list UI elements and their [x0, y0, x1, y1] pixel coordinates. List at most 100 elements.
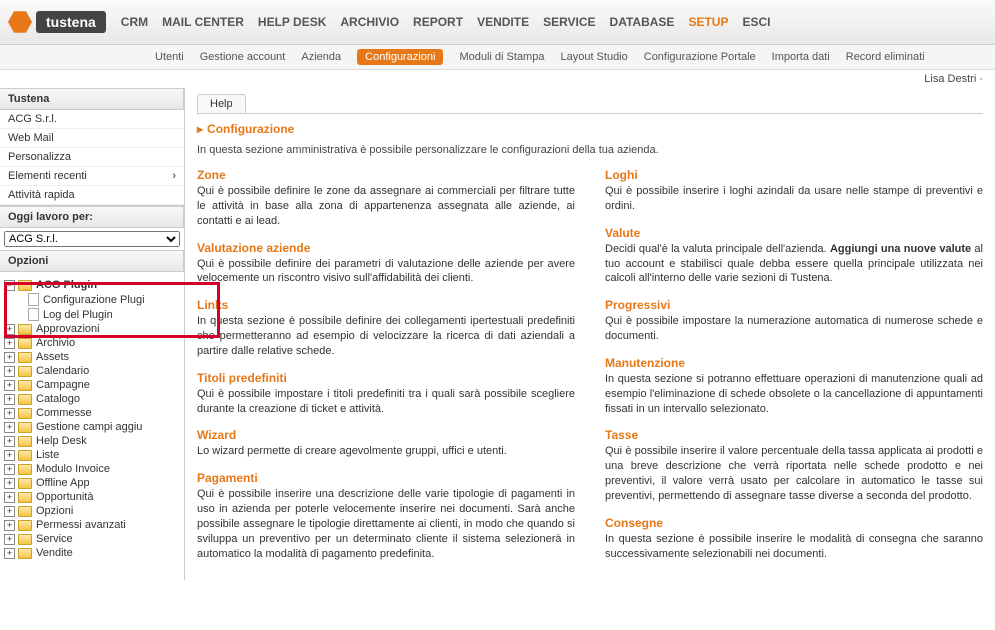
subnav-layout-studio[interactable]: Layout Studio: [560, 51, 627, 63]
tree-assets[interactable]: +Assets: [4, 350, 180, 364]
expand-icon[interactable]: +: [4, 520, 15, 531]
side-menu-personalizza[interactable]: Personalizza: [0, 148, 184, 167]
expand-icon[interactable]: +: [4, 352, 15, 363]
section-link-consegne[interactable]: Consegne: [605, 516, 983, 530]
tree-commesse[interactable]: +Commesse: [4, 406, 180, 420]
section-wizard: WizardLo wizard permette di creare agevo…: [197, 428, 575, 459]
side-menu-attivit-rapida[interactable]: Attività rapida: [0, 186, 184, 205]
tree-modulo-invoice[interactable]: +Modulo Invoice: [4, 462, 180, 476]
file-icon: [28, 308, 39, 321]
section-link-titoli-predefiniti[interactable]: Titoli predefiniti: [197, 371, 575, 385]
tab-help[interactable]: Help: [197, 94, 246, 113]
tree-calendario[interactable]: +Calendario: [4, 364, 180, 378]
subnav-gestione-account[interactable]: Gestione account: [200, 51, 286, 63]
intro-text: In questa sezione amministrativa è possi…: [197, 144, 983, 156]
expand-icon[interactable]: +: [4, 436, 15, 447]
topnav-database[interactable]: DATABASE: [610, 15, 675, 29]
tree-catalogo[interactable]: +Catalogo: [4, 392, 180, 406]
tree-vendite[interactable]: +Vendite: [4, 546, 180, 560]
subnav-configurazioni[interactable]: Configurazioni: [357, 49, 443, 65]
subnav-configurazione-portale[interactable]: Configurazione Portale: [644, 51, 756, 63]
topnav-setup[interactable]: SETUP: [688, 15, 728, 29]
section-link-links[interactable]: Links: [197, 298, 575, 312]
topnav-vendite[interactable]: VENDITE: [477, 15, 529, 29]
expand-icon[interactable]: +: [4, 492, 15, 503]
folder-icon: [18, 520, 32, 531]
subnav-azienda[interactable]: Azienda: [301, 51, 341, 63]
expand-icon[interactable]: +: [4, 422, 15, 433]
expand-icon[interactable]: +: [4, 324, 15, 335]
section-text: In questa sezione è possibile definire d…: [197, 314, 575, 359]
expand-icon[interactable]: +: [4, 366, 15, 377]
section-text: Qui è possibile inserire i loghi azindal…: [605, 184, 983, 214]
subnav-moduli-di-stampa[interactable]: Moduli di Stampa: [459, 51, 544, 63]
section-link-manutenzione[interactable]: Manutenzione: [605, 356, 983, 370]
top-header: tustena CRM MAIL CENTER HELP DESK ARCHIVIO R…: [0, 0, 995, 45]
tree-liste[interactable]: +Liste: [4, 448, 180, 462]
arrow-icon: ▸: [197, 122, 203, 136]
tree-opzioni[interactable]: +Opzioni: [4, 504, 180, 518]
side-menu-web-mail[interactable]: Web Mail: [0, 129, 184, 148]
folder-icon: [18, 548, 32, 559]
tree-gestione-campi-aggiu[interactable]: +Gestione campi aggiu: [4, 420, 180, 434]
topnav-esci[interactable]: ESCI: [742, 15, 770, 29]
section-link-zone[interactable]: Zone: [197, 168, 575, 182]
main-content: Help ▸Configurazione In questa sezione a…: [185, 88, 995, 580]
expand-icon[interactable]: +: [4, 450, 15, 461]
section-link-tasse[interactable]: Tasse: [605, 428, 983, 442]
topnav-mail-center[interactable]: MAIL CENTER: [162, 15, 244, 29]
tree-archivio[interactable]: +Archivio: [4, 336, 180, 350]
tree-acg-plugin[interactable]: −ACG Plugin: [4, 278, 180, 292]
tree-approvazioni[interactable]: +Approvazioni: [4, 322, 180, 336]
expand-icon[interactable]: +: [4, 464, 15, 475]
expand-icon[interactable]: +: [4, 380, 15, 391]
subnav-importa-dati[interactable]: Importa dati: [772, 51, 830, 63]
topnav-archivio[interactable]: ARCHIVIO: [340, 15, 399, 29]
tree-configurazione-plugi[interactable]: Configurazione Plugi: [28, 292, 180, 307]
expand-icon[interactable]: +: [4, 534, 15, 545]
section-link-valutazione-aziende[interactable]: Valutazione aziende: [197, 241, 575, 255]
folder-icon: [18, 366, 32, 377]
top-nav: CRM MAIL CENTER HELP DESK ARCHIVIO REPORT VEN…: [121, 15, 771, 29]
section-link-pagamenti[interactable]: Pagamenti: [197, 471, 575, 485]
section-text: Qui è possibile impostare i titoli prede…: [197, 387, 575, 417]
section-link-loghi[interactable]: Loghi: [605, 168, 983, 182]
section-text: In questa sezione si potranno effettuare…: [605, 372, 983, 417]
logo[interactable]: tustena: [8, 10, 106, 34]
tree-service[interactable]: +Service: [4, 532, 180, 546]
section-link-wizard[interactable]: Wizard: [197, 428, 575, 442]
side-menu-acg-s-r-l-[interactable]: ACG S.r.l.: [0, 110, 184, 129]
expand-icon[interactable]: +: [4, 506, 15, 517]
tree-help-desk[interactable]: +Help Desk: [4, 434, 180, 448]
section-link-valute[interactable]: Valute: [605, 226, 983, 240]
user-name[interactable]: Lisa Destri: [924, 73, 976, 85]
folder-icon: [18, 450, 32, 461]
folder-icon: [18, 478, 32, 489]
expand-icon[interactable]: +: [4, 394, 15, 405]
tree-campagne[interactable]: +Campagne: [4, 378, 180, 392]
collapse-icon[interactable]: −: [4, 280, 15, 291]
topnav-crm[interactable]: CRM: [121, 15, 148, 29]
section-link-progressivi[interactable]: Progressivi: [605, 298, 983, 312]
tree-opportunit-[interactable]: +Opportunità: [4, 490, 180, 504]
subnav-record-eliminati[interactable]: Record eliminati: [846, 51, 925, 63]
section-text: Qui è possibile definire le zone da asse…: [197, 184, 575, 229]
expand-icon[interactable]: +: [4, 338, 15, 349]
tree-offline-app[interactable]: +Offline App: [4, 476, 180, 490]
topnav-help-desk[interactable]: HELP DESK: [258, 15, 326, 29]
company-select[interactable]: ACG S.r.l.: [4, 231, 180, 247]
topnav-service[interactable]: SERVICE: [543, 15, 595, 29]
expand-icon[interactable]: +: [4, 408, 15, 419]
side-menu-elementi-recenti[interactable]: Elementi recenti›: [0, 167, 184, 186]
tree-permessi-avanzati[interactable]: +Permessi avanzati: [4, 518, 180, 532]
expand-icon[interactable]: +: [4, 478, 15, 489]
folder-icon: [18, 338, 32, 349]
expand-icon[interactable]: +: [4, 548, 15, 559]
folder-icon: [18, 506, 32, 517]
subnav-utenti[interactable]: Utenti: [155, 51, 184, 63]
folder-icon: [18, 436, 32, 447]
folder-icon: [18, 464, 32, 475]
topnav-report[interactable]: REPORT: [413, 15, 463, 29]
tree-log-del-plugin[interactable]: Log del Plugin: [28, 307, 180, 322]
section-text: Qui è possibile impostare la numerazione…: [605, 314, 983, 344]
